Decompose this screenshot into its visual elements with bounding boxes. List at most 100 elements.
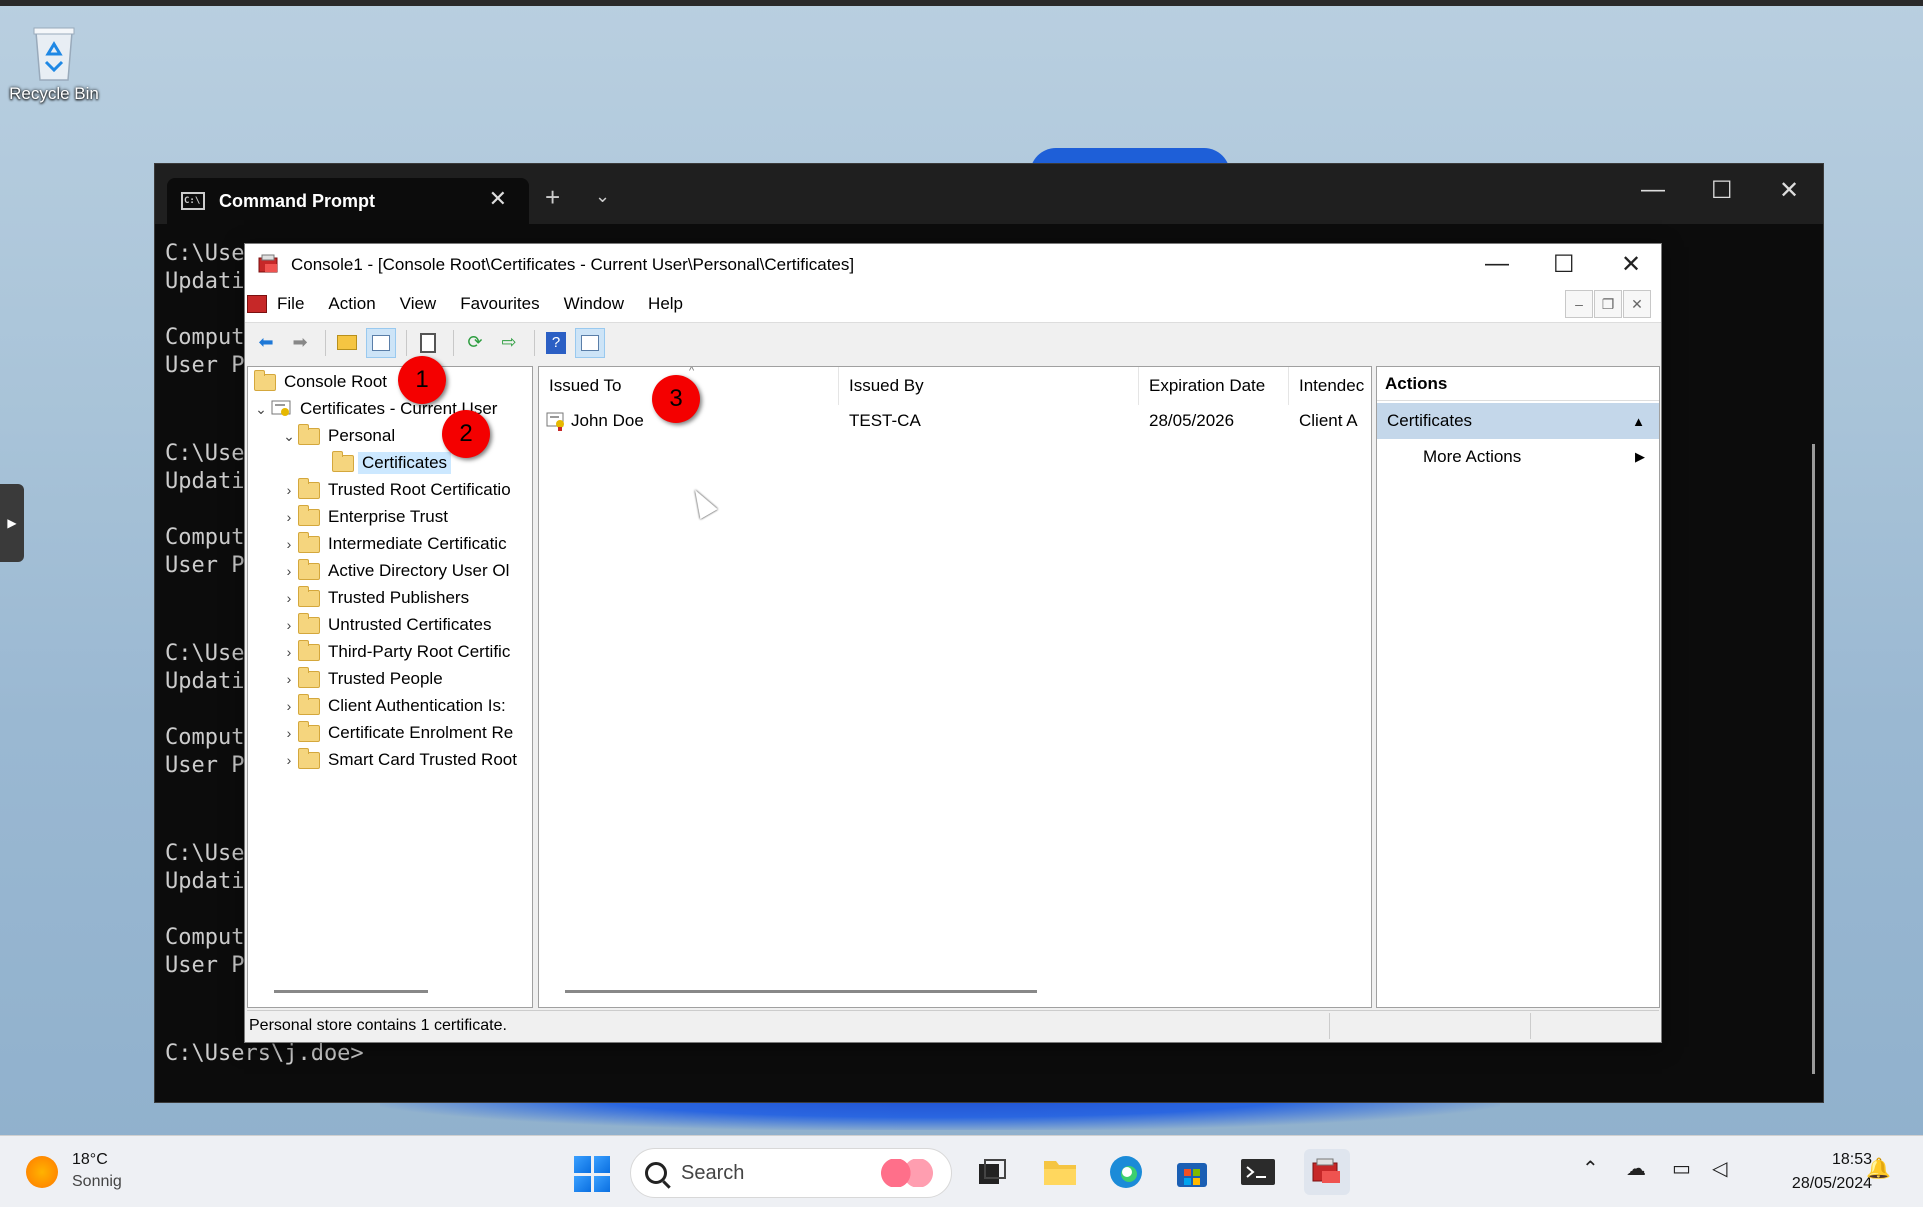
mdi-close-icon[interactable]: ✕ (1623, 290, 1651, 318)
mdi-restore-icon[interactable]: ❐ (1594, 290, 1622, 318)
tree-hscrollbar[interactable] (274, 990, 428, 993)
tree-item-store[interactable]: › Certificate Enrolment Re (280, 720, 513, 746)
recycle-bin-label: Recycle Bin (9, 84, 99, 103)
chevron-right-icon[interactable]: › (280, 590, 298, 606)
notification-bell-icon[interactable]: 🔔 (1866, 1156, 1891, 1181)
tree-label: Personal (328, 426, 396, 445)
mmc-taskbar-icon[interactable] (1304, 1149, 1350, 1195)
terminal-tab-title: Command Prompt (219, 190, 376, 211)
close-icon[interactable]: ✕ (1621, 250, 1641, 279)
chevron-right-icon[interactable]: › (280, 752, 298, 768)
back-icon[interactable]: ⬅ (251, 328, 281, 358)
clock-date: 28/05/2024 (1791, 1175, 1872, 1192)
annotation-badge: 1 (398, 356, 446, 404)
tab-close-icon[interactable]: ✕ (489, 186, 507, 212)
menu-window[interactable]: Window (564, 294, 624, 314)
menu-view[interactable]: View (400, 294, 437, 314)
submenu-arrow-icon: ▶ (1635, 449, 1645, 464)
chevron-down-icon[interactable]: ⌄ (280, 428, 298, 445)
chevron-up-icon[interactable]: ⌃ (1582, 1156, 1599, 1181)
recycle-bin-shortcut[interactable]: Recycle Bin (8, 22, 100, 104)
tree-item-store[interactable]: › Third-Party Root Certific (280, 639, 510, 665)
menu-favourites[interactable]: Favourites (460, 294, 539, 314)
properties-icon[interactable] (413, 328, 443, 358)
terminal-prompt[interactable]: C:\Users\j.doe> (165, 1040, 364, 1068)
tree-item-store[interactable]: › Trusted People (280, 666, 443, 692)
annotation-badge: 3 (652, 375, 700, 423)
chevron-right-icon[interactable]: › (280, 617, 298, 633)
tree-item-store[interactable]: › Client Authentication Is: (280, 693, 506, 719)
taskbar-search[interactable]: Search (630, 1148, 952, 1198)
console-tree[interactable]: Console Root ⌄ Certificates - Current Us… (247, 366, 533, 1008)
show-hide-tree-icon[interactable] (366, 327, 396, 358)
store-icon[interactable] (1172, 1152, 1212, 1192)
tree-item-store[interactable]: › Smart Card Trusted Root (280, 747, 517, 773)
intended-purposes-value: Client A (1299, 411, 1358, 430)
task-view-icon[interactable] (972, 1152, 1012, 1192)
terminal-tab[interactable]: C:\ Command Prompt ✕ (167, 178, 529, 224)
minimize-icon[interactable]: — (1485, 250, 1509, 278)
certificate-list[interactable]: ^ Issued To Issued By Expiration Date In… (538, 366, 1372, 1008)
tree-item-personal[interactable]: ⌄ Personal (280, 423, 395, 449)
chevron-right-icon[interactable]: › (280, 644, 298, 660)
tree-label: Client Authentication Is: (328, 696, 506, 715)
up-folder-icon[interactable] (332, 328, 362, 358)
chevron-right-icon[interactable]: › (280, 509, 298, 525)
terminal-line: User P (165, 553, 245, 578)
chevron-right-icon[interactable]: › (280, 698, 298, 714)
help-icon[interactable]: ? (541, 328, 571, 358)
tree-item-store[interactable]: › Intermediate Certificatic (280, 531, 507, 557)
chevron-right-icon[interactable]: › (280, 671, 298, 687)
console-menu-icon[interactable] (247, 295, 267, 313)
export-list-icon[interactable]: ⇨ (494, 328, 524, 358)
mdi-minimize-icon[interactable]: – (1565, 290, 1593, 318)
chevron-right-icon[interactable]: › (280, 725, 298, 741)
tree-item-certificates[interactable]: Certificates (332, 450, 452, 476)
screen-top-edge (0, 0, 1923, 6)
column-issued-by[interactable]: Issued By (839, 367, 1139, 405)
mmc-window[interactable]: Console1 - [Console Root\Certificates - … (244, 243, 1662, 1043)
chevron-down-icon[interactable]: ⌄ (595, 186, 610, 207)
weather-widget[interactable]: 18°C Sonnig (26, 1150, 122, 1194)
menu-help[interactable]: Help (648, 294, 683, 314)
tree-item-store[interactable]: › Untrusted Certificates (280, 612, 491, 638)
windows-start-icon[interactable] (574, 1156, 610, 1192)
onedrive-icon[interactable]: ☁ (1626, 1156, 1646, 1181)
file-explorer-icon[interactable] (1040, 1152, 1080, 1192)
chevron-right-icon[interactable]: › (280, 482, 298, 498)
forward-icon[interactable]: ➡ (285, 328, 315, 358)
tree-item-console-root[interactable]: Console Root (254, 369, 387, 395)
tree-item-store[interactable]: › Enterprise Trust (280, 504, 448, 530)
minimize-icon[interactable]: — (1641, 176, 1665, 204)
terminal-taskbar-icon[interactable] (1238, 1152, 1278, 1192)
tree-item-store[interactable]: › Trusted Root Certificatio (280, 477, 511, 503)
more-actions-item[interactable]: More Actions ▶ (1377, 439, 1659, 475)
system-clock[interactable]: 18:53 28/05/2024 (1752, 1148, 1872, 1196)
close-icon[interactable]: ✕ (1779, 176, 1799, 205)
edge-browser-icon[interactable] (1106, 1152, 1146, 1192)
column-intended-purposes[interactable]: Intendec (1289, 367, 1371, 405)
tree-item-store[interactable]: › Trusted Publishers (280, 585, 469, 611)
menu-file[interactable]: File (277, 294, 304, 314)
maximize-icon[interactable]: ☐ (1711, 176, 1733, 205)
refresh-icon[interactable]: ⟳ (460, 328, 490, 358)
tree-label: Certificate Enrolment Re (328, 723, 514, 742)
chevron-down-icon[interactable]: ⌄ (252, 401, 270, 418)
actions-pane: Actions Certificates ▲ More Actions ▶ (1376, 366, 1660, 1008)
network-icon[interactable]: ▭ (1672, 1156, 1691, 1181)
new-tab-icon[interactable]: + (545, 182, 560, 213)
tree-item-store[interactable]: › Active Directory User Ol (280, 558, 509, 584)
side-panel-handle[interactable]: ▶ (0, 484, 24, 562)
chevron-right-icon[interactable]: › (280, 563, 298, 579)
maximize-icon[interactable]: ☐ (1553, 250, 1575, 279)
column-expiration-date[interactable]: Expiration Date (1139, 367, 1289, 405)
collapse-up-icon[interactable]: ▲ (1632, 414, 1645, 429)
terminal-scrollbar[interactable] (1812, 444, 1815, 1074)
chevron-right-icon[interactable]: › (280, 536, 298, 552)
list-hscrollbar[interactable] (565, 990, 1037, 993)
clock-time: 18:53 (1831, 1151, 1872, 1168)
actions-group-certificates[interactable]: Certificates ▲ (1377, 403, 1659, 439)
show-action-pane-icon[interactable] (575, 327, 605, 358)
menu-action[interactable]: Action (328, 294, 375, 314)
volume-icon[interactable]: ◁ (1712, 1156, 1727, 1181)
